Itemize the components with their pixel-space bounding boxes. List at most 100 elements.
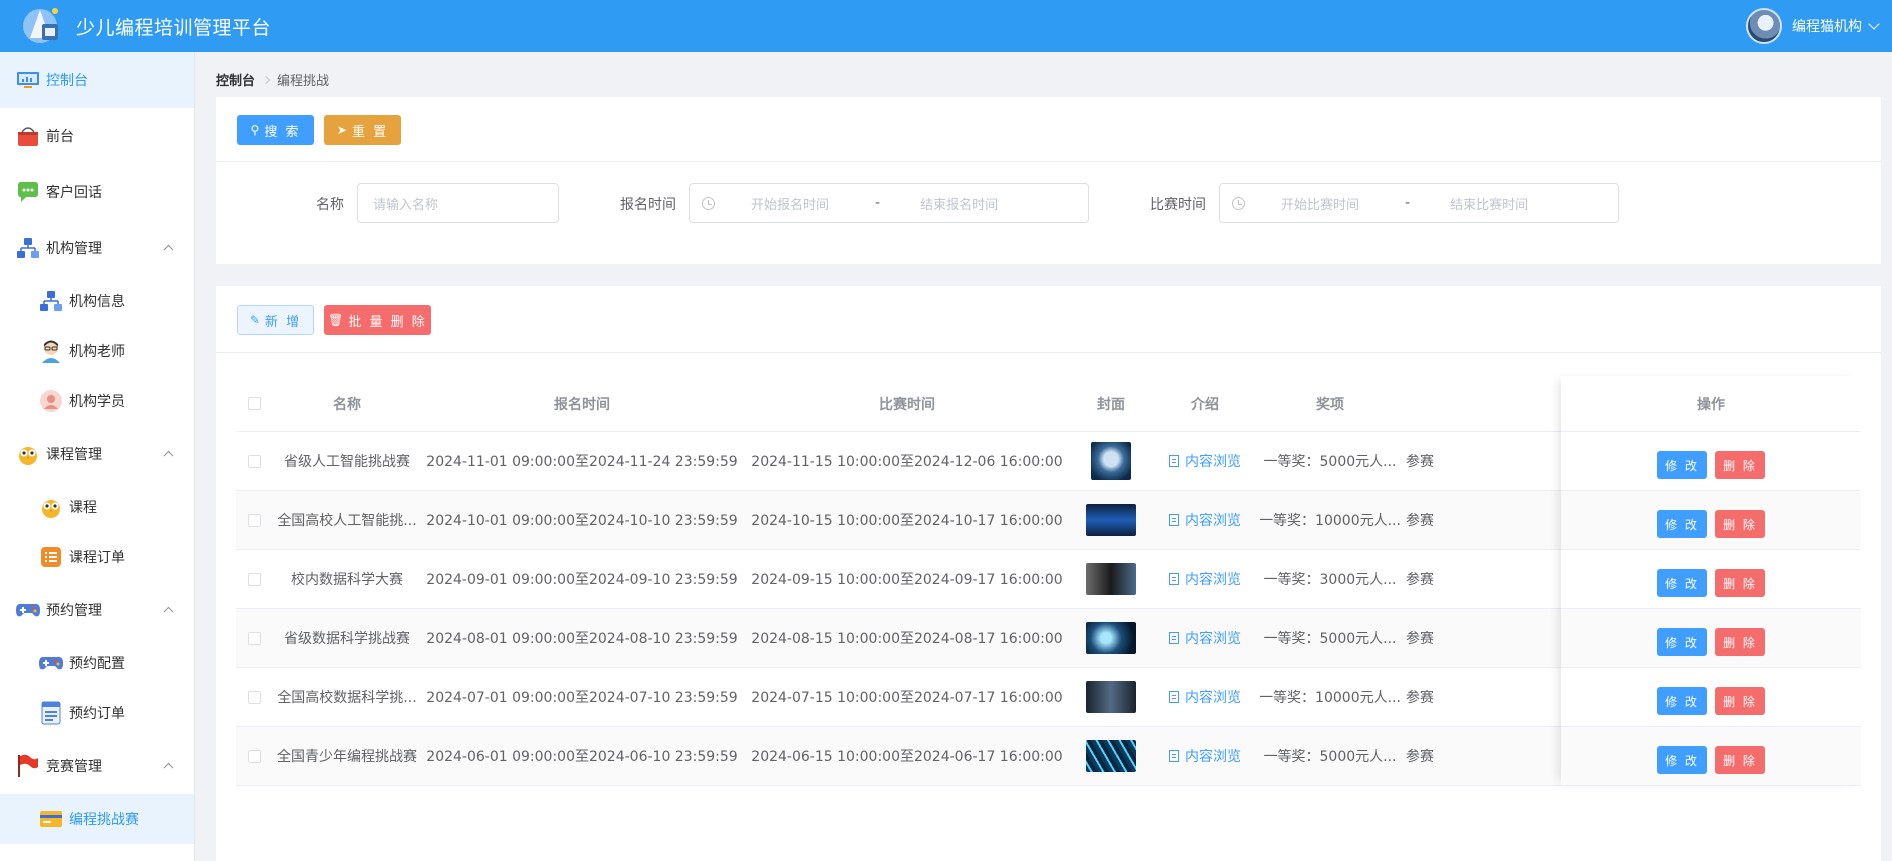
delete-button[interactable]: 删 除 (1715, 569, 1765, 597)
row-checkbox-cell (236, 491, 272, 549)
delete-button[interactable]: 删 除 (1715, 628, 1765, 656)
sidebar-item-5[interactable]: 机构老师 (0, 326, 194, 376)
edit-button[interactable]: 修 改 (1657, 510, 1707, 538)
cell-signup-time: 2024-07-01 09:00:00至2024-07-10 23:59:59 (426, 690, 738, 706)
header-checkbox-cell (236, 376, 272, 431)
cover-image[interactable] (1086, 681, 1136, 713)
edit-button[interactable]: 修 改 (1657, 451, 1707, 479)
chevron-up-icon[interactable] (163, 606, 174, 617)
batch-delete-label: 批 量 删 除 (348, 314, 427, 330)
row-checkbox[interactable] (247, 572, 261, 586)
sidebar-item-2[interactable]: 客户回话 (0, 164, 194, 220)
signup-end-input[interactable]: 结束报名时间 (920, 194, 998, 213)
sidebar-item-3[interactable]: 机构管理 (0, 220, 194, 276)
sidebar-item-8[interactable]: 课程 (0, 482, 194, 532)
org-chart-icon (38, 289, 64, 313)
chevron-down-icon[interactable] (1868, 18, 1880, 30)
delete-button[interactable]: 删 除 (1715, 510, 1765, 538)
sidebar-item-9[interactable]: 课程订单 (0, 532, 194, 582)
row-checkbox-cell (236, 432, 272, 490)
content-preview-label: 内容浏览 (1185, 572, 1241, 588)
sidebar-item-label: 预约配置 (69, 656, 125, 672)
cover-image[interactable] (1086, 740, 1136, 772)
cell-cover (1072, 550, 1150, 608)
cell-intro: 内容浏览 (1150, 432, 1260, 490)
cell-extra: 参赛 (1406, 572, 1434, 588)
row-checkbox[interactable] (247, 513, 261, 527)
delete-button[interactable]: 删 除 (1715, 687, 1765, 715)
sidebar-item-label: 机构老师 (69, 344, 125, 360)
edit-button[interactable]: 修 改 (1657, 569, 1707, 597)
cover-image[interactable] (1086, 622, 1136, 654)
cell-award: 一等奖：5000元人... (1263, 454, 1397, 470)
breadcrumb: 控制台 编程挑战 (216, 70, 329, 89)
sidebar-item-13[interactable]: 竞赛管理 (0, 738, 194, 794)
row-checkbox[interactable] (247, 749, 261, 763)
column-header: 报名时间 (554, 396, 610, 413)
row-checkbox[interactable] (247, 690, 261, 704)
user-menu[interactable]: 编程猫机构 (1746, 0, 1892, 52)
batch-delete-button[interactable]: 🗑 批 量 删 除 (324, 305, 431, 335)
match-end-input[interactable]: 结束比赛时间 (1450, 194, 1528, 213)
app-logo-icon (20, 4, 64, 48)
operation-cell: 修 改删 除 (1561, 609, 1861, 667)
sidebar-item-label: 编程挑战赛 (69, 812, 139, 828)
signup-time-range[interactable]: 开始报名时间 - 结束报名时间 (689, 183, 1089, 223)
cover-image[interactable] (1091, 442, 1131, 480)
name-label: 名称 (316, 197, 344, 213)
cell-award: 一等奖：10000元人... (1260, 513, 1400, 529)
chevron-up-icon[interactable] (163, 450, 174, 461)
row-checkbox[interactable] (247, 454, 261, 468)
content-preview-link[interactable]: 内容浏览 (1169, 687, 1241, 707)
sidebar-item-12[interactable]: 预约订单 (0, 688, 194, 738)
operation-cell: 修 改删 除 (1561, 727, 1861, 785)
user-name[interactable]: 编程猫机构 (1792, 16, 1862, 36)
content-preview-link[interactable]: 内容浏览 (1169, 628, 1241, 648)
row-checkbox[interactable] (247, 631, 261, 645)
avatar[interactable] (1746, 8, 1782, 44)
cover-image[interactable] (1086, 563, 1136, 595)
edit-button[interactable]: 修 改 (1657, 628, 1707, 656)
row-checkbox-cell (236, 668, 272, 726)
sidebar-item-0[interactable]: 控制台 (0, 52, 194, 108)
operation-cell: 修 改删 除 (1561, 668, 1861, 726)
teacher-icon (38, 339, 64, 363)
breadcrumb-home[interactable]: 控制台 (216, 70, 255, 89)
chevron-up-icon[interactable] (163, 244, 174, 255)
delete-button[interactable]: 删 除 (1715, 451, 1765, 479)
shop-basket-icon (15, 124, 41, 148)
search-panel: ⚲ 搜 索 ➤ 重 置 名称 请输入名称 报名时间 开始报名时间 - 结束报名时间 … (216, 97, 1881, 264)
sidebar-item-11[interactable]: 预约配置 (0, 638, 194, 688)
reset-button[interactable]: ➤ 重 置 (324, 115, 401, 145)
delete-button[interactable]: 删 除 (1715, 746, 1765, 774)
cover-image[interactable] (1086, 504, 1136, 536)
sidebar-item-7[interactable]: 课程管理 (0, 426, 194, 482)
sidebar-item-4[interactable]: 机构信息 (0, 276, 194, 326)
search-button[interactable]: ⚲ 搜 索 (237, 115, 314, 145)
name-input[interactable]: 请输入名称 (357, 183, 559, 223)
signup-start-input[interactable]: 开始报名时间 (751, 194, 871, 213)
row-checkbox-cell (236, 550, 272, 608)
edit-button[interactable]: 修 改 (1657, 746, 1707, 774)
content-preview-link[interactable]: 内容浏览 (1169, 451, 1241, 471)
app-title: 少儿编程培训管理平台 (76, 16, 272, 39)
sidebar-item-14[interactable]: 编程挑战赛 (0, 794, 194, 844)
content-preview-link[interactable]: 内容浏览 (1169, 746, 1241, 766)
content-preview-link[interactable]: 内容浏览 (1169, 569, 1241, 589)
row-checkbox-cell (236, 727, 272, 785)
sidebar-item-6[interactable]: 机构学员 (0, 376, 194, 426)
edit-button[interactable]: 修 改 (1657, 687, 1707, 715)
add-button[interactable]: ✎ 新 增 (237, 305, 314, 335)
select-all-checkbox[interactable] (247, 397, 261, 410)
sidebar-item-1[interactable]: 前台 (0, 108, 194, 164)
cell-signup-time: 2024-08-01 09:00:00至2024-08-10 23:59:59 (426, 631, 738, 647)
match-start-input[interactable]: 开始比赛时间 (1281, 194, 1401, 213)
search-icon: ⚲ (250, 123, 260, 137)
clock-icon (1232, 196, 1245, 210)
sidebar-item-label: 预约管理 (46, 603, 102, 619)
chevron-up-icon[interactable] (163, 762, 174, 773)
content-preview-link[interactable]: 内容浏览 (1169, 510, 1241, 530)
match-time-range[interactable]: 开始比赛时间 - 结束比赛时间 (1219, 183, 1619, 223)
sidebar-item-10[interactable]: 预约管理 (0, 582, 194, 638)
sidebar-item-label: 机构管理 (46, 241, 102, 257)
